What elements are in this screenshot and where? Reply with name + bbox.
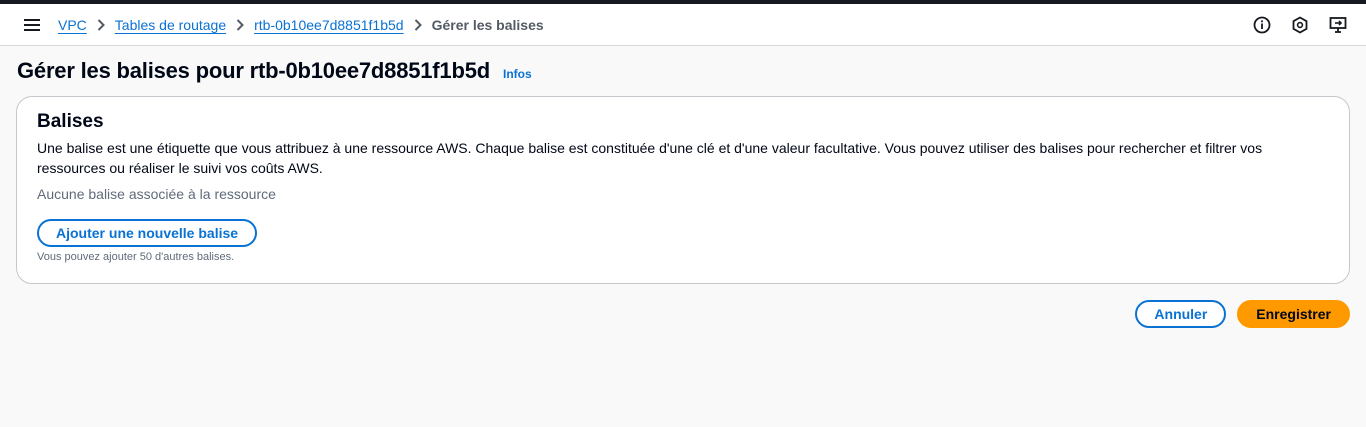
top-icons [1252,15,1348,35]
info-circle-icon[interactable] [1252,15,1272,35]
section-title: Balises [37,111,104,132]
breadcrumb: VPC Tables de routage rtb-0b10ee7d8851f1… [58,17,1252,33]
breadcrumb-route-table-id[interactable]: rtb-0b10ee7d8851f1b5d [254,17,403,33]
cancel-button[interactable]: Annuler [1135,300,1227,328]
hamburger-menu-icon[interactable] [22,15,42,35]
info-link[interactable]: Infos [503,67,532,81]
breadcrumb-current: Gérer les balises [431,16,544,33]
remaining-tags-hint: Vous pouvez ajouter 50 d'autres balises. [37,251,235,263]
breadcrumb-vpc[interactable]: VPC [58,17,87,33]
breadcrumb-route-tables[interactable]: Tables de routage [115,17,226,33]
chevron-right-icon [236,18,245,31]
hexagon-icon[interactable] [1290,15,1310,35]
tags-panel: Balises Une balise est une étiquette que… [16,96,1350,284]
page-header: Gérer les balises pour rtb-0b10ee7d8851f… [0,46,1366,96]
form-actions: Annuler Enregistrer [0,284,1366,328]
empty-state-text: Aucune balise associée à la ressource [37,186,276,202]
page-title: Gérer les balises pour rtb-0b10ee7d8851f… [17,58,490,83]
save-button[interactable]: Enregistrer [1237,300,1350,328]
chevron-right-icon [414,18,422,31]
breadcrumb-bar: VPC Tables de routage rtb-0b10ee7d8851f1… [0,4,1366,46]
section-description: Une balise est une étiquette que vous at… [37,140,1263,176]
screen-share-icon[interactable] [1328,15,1348,35]
chevron-right-icon [97,18,105,31]
add-tag-button[interactable]: Ajouter une nouvelle balise [37,219,258,247]
